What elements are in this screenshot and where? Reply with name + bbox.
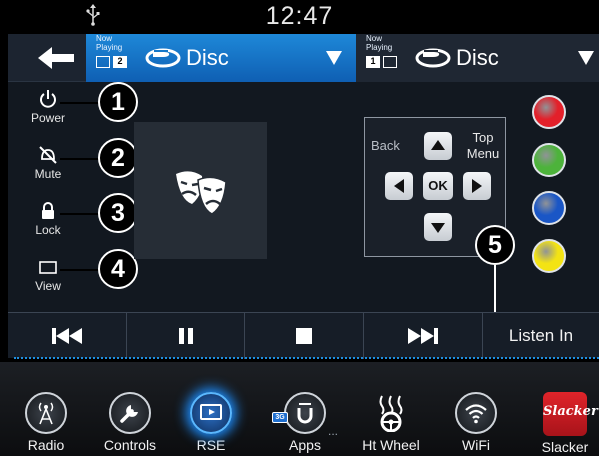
uconnect-apps-icon [297, 403, 313, 424]
view-label: View [35, 279, 61, 293]
callout-leader [60, 102, 100, 104]
app-rse[interactable]: RSE [176, 392, 246, 453]
left-arrow-button[interactable] [385, 172, 413, 200]
status-bar: 12:47 [0, 0, 599, 34]
blu-ray-disc-icon [415, 48, 451, 68]
app-label: RSE [196, 437, 226, 453]
pause-icon [178, 328, 193, 344]
more-indicator: ... [328, 424, 339, 438]
source-label: Disc [456, 45, 499, 70]
view-icon [39, 261, 57, 274]
back-button[interactable]: Back [371, 138, 400, 154]
slacker-icon: Slacker [543, 392, 598, 436]
mute-button[interactable]: Mute [18, 144, 78, 181]
app-label: Apps [289, 437, 321, 453]
dropdown-arrow-icon[interactable] [326, 51, 342, 65]
screen-box-1 [96, 56, 110, 68]
clock: 12:47 [265, 2, 334, 30]
left-arrow-icon [394, 179, 404, 193]
screen-indicator: 2 [96, 56, 127, 68]
screen-box-1: 1 [366, 56, 380, 68]
callout-1: 1 [98, 82, 138, 122]
heated-wheel-icon [379, 395, 403, 432]
green-button[interactable] [532, 143, 566, 177]
app-wifi[interactable]: WiFi [441, 392, 511, 453]
theater-masks-icon [176, 171, 227, 215]
ok-button[interactable]: OK [423, 172, 453, 200]
power-label: Power [30, 111, 65, 125]
callout-3: 3 [98, 193, 138, 233]
stop-icon [296, 328, 312, 344]
up-arrow-button[interactable] [424, 132, 452, 160]
app-label: Slacker [541, 439, 589, 455]
screen-box-2 [383, 56, 397, 68]
next-track-icon [408, 328, 438, 344]
top-menu-button[interactable]: Top Menu [461, 130, 505, 162]
right-arrow-icon [472, 179, 482, 193]
blue-button[interactable] [532, 191, 566, 225]
app-controls[interactable]: Controls [95, 392, 165, 453]
lock-icon [42, 202, 54, 219]
source-selector-left[interactable]: Now Playing 2 Disc [86, 34, 356, 82]
app-radio[interactable]: Radio [11, 392, 81, 453]
lock-button[interactable]: Lock [18, 200, 78, 237]
mute-label: Mute [34, 167, 62, 181]
media-artwork [134, 122, 267, 259]
mute-icon [39, 146, 57, 164]
previous-track-button[interactable] [8, 313, 127, 359]
source-selector-right[interactable]: Now Playing 1 Disc [356, 34, 599, 82]
callout-leader [60, 269, 100, 271]
screen-indicator: 1 [366, 56, 397, 68]
wifi-icon [465, 404, 487, 424]
stop-button[interactable] [245, 313, 364, 359]
app-label: Ht Wheel [362, 437, 420, 453]
down-arrow-icon [431, 223, 445, 233]
transport-controls: Listen In [8, 312, 599, 359]
lock-label: Lock [35, 223, 61, 237]
power-icon [40, 90, 56, 108]
app-label: Controls [103, 437, 157, 453]
yellow-button[interactable] [532, 239, 566, 273]
red-button[interactable] [532, 95, 566, 129]
up-arrow-icon [431, 140, 445, 150]
listen-in-button[interactable]: Listen In [483, 313, 599, 359]
blu-ray-disc-icon [145, 48, 181, 68]
screen-box-2: 2 [113, 56, 127, 68]
down-arrow-button[interactable] [424, 213, 452, 241]
now-playing-label: Now Playing [96, 34, 123, 52]
source-label: Disc [186, 45, 229, 70]
next-track-button[interactable] [364, 313, 483, 359]
app-heated-wheel[interactable]: Ht Wheel [356, 392, 426, 453]
rse-icon [200, 404, 222, 420]
app-bar: Radio Controls RSE 3G Apps ... Ht Wheel … [0, 362, 599, 456]
radio-icon [38, 402, 54, 425]
callout-leader [494, 265, 496, 312]
app-apps[interactable]: 3G Apps [270, 392, 340, 453]
main-panel: Power Mute Lock View 1 2 3 4 Back Top Me… [8, 82, 599, 312]
callout-2: 2 [98, 138, 138, 178]
app-label: WiFi [462, 437, 490, 453]
controls-icon [120, 405, 138, 423]
callout-4: 4 [98, 249, 138, 289]
divider [14, 357, 599, 359]
source-header: Now Playing 2 Disc Now Playing 1 Disc [8, 34, 599, 82]
pause-button[interactable] [127, 313, 245, 359]
callout-leader [60, 213, 100, 215]
3g-badge: 3G [272, 412, 288, 423]
power-button[interactable]: Power [18, 88, 78, 125]
previous-track-icon [52, 328, 82, 344]
app-label: Radio [27, 437, 65, 453]
right-arrow-button[interactable] [463, 172, 491, 200]
app-slacker[interactable]: Slacker Slacker [530, 392, 599, 455]
callout-leader [60, 158, 100, 160]
back-arrow-icon[interactable] [36, 45, 76, 71]
view-button[interactable]: View [18, 256, 78, 293]
dropdown-arrow-icon[interactable] [578, 51, 594, 65]
callout-5: 5 [475, 225, 515, 265]
now-playing-label: Now Playing [366, 34, 393, 52]
